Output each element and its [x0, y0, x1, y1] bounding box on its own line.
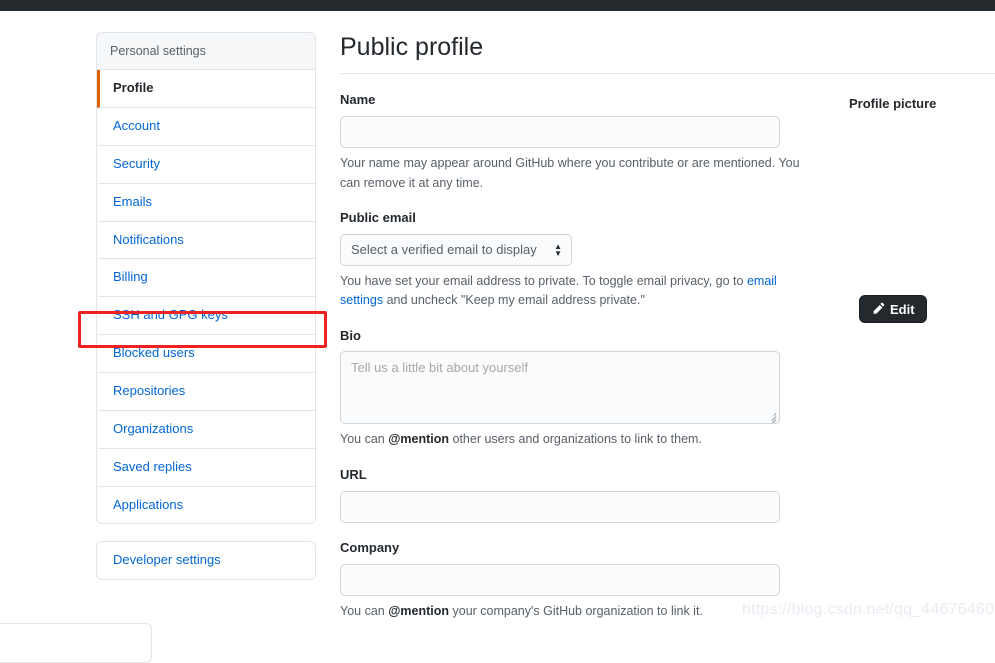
- sidebar-item-ssh-and-gpg-keys[interactable]: SSH and GPG keys: [97, 297, 315, 336]
- page-title: Public profile: [340, 33, 484, 61]
- personal-settings-card: Personal settings Profile Account Securi…: [96, 32, 316, 525]
- sidebar-item-label: Account: [113, 118, 160, 134]
- public-email-select-wrapper: Select a verified email to display ▲ ▼: [340, 233, 572, 266]
- sidebar-item-label: Emails: [113, 193, 153, 209]
- company-help-text: You can @mention your company's GitHub o…: [340, 602, 810, 621]
- chevron-up-down-icon: ▲ ▼: [554, 241, 562, 258]
- sidebar-item-label: Developer settings: [113, 552, 221, 568]
- sidebar-item-label: SSH and GPG keys: [113, 307, 228, 323]
- sidebar-item-label: Applications: [113, 496, 184, 512]
- company-help-mention: @mention: [388, 603, 450, 618]
- public-email-help-before: You have set your email address to priva…: [340, 273, 747, 288]
- sidebar-item-label: Notifications: [113, 231, 184, 247]
- sidebar-item-developer-settings[interactable]: Developer settings: [97, 542, 315, 580]
- sidebar-item-account[interactable]: Account: [97, 108, 315, 146]
- sidebar-item-security[interactable]: Security: [97, 145, 315, 184]
- company-input[interactable]: [340, 563, 780, 596]
- sidebar-item-applications[interactable]: Applications: [97, 486, 315, 524]
- name-input[interactable]: [340, 116, 780, 149]
- profile-picture-rail: Profile picture: [849, 96, 995, 113]
- sidebar-header: Personal settings: [97, 33, 315, 71]
- public-email-label: Public email: [340, 209, 416, 225]
- bio-help-before: You can: [340, 432, 389, 447]
- edit-profile-picture-button[interactable]: Edit: [859, 295, 927, 323]
- sidebar-item-organizations[interactable]: Organizations: [97, 410, 315, 449]
- sidebar-item-label: Security: [113, 155, 160, 171]
- sidebar-item-label: Saved replies: [113, 458, 192, 474]
- public-email-help-text: You have set your email address to priva…: [340, 272, 810, 311]
- bio-placeholder: Tell us a little bit about yourself: [351, 360, 529, 376]
- pencil-icon: [873, 302, 885, 314]
- sidebar-item-repositories[interactable]: Repositories: [97, 373, 315, 411]
- bio-help-mention: @mention: [388, 432, 450, 447]
- public-email-select[interactable]: Select a verified email to display: [340, 233, 572, 266]
- sidebar-item-saved-replies[interactable]: Saved replies: [97, 448, 315, 487]
- field-bio: Bio Tell us a little bit about yourself …: [340, 328, 995, 450]
- bio-textarea[interactable]: Tell us a little bit about yourself: [340, 351, 780, 425]
- sidebar-item-profile[interactable]: Profile: [97, 70, 315, 109]
- sidebar-item-label: Billing: [113, 269, 148, 285]
- developer-settings-card: Developer settings: [96, 541, 316, 581]
- sidebar-item-label: Organizations: [113, 420, 194, 436]
- public-email-selected-value: Select a verified email to display: [351, 241, 537, 257]
- bio-label: Bio: [340, 327, 361, 343]
- sidebar-item-notifications[interactable]: Notifications: [97, 221, 315, 260]
- name-help-text: Your name may appear around GitHub where…: [340, 156, 800, 190]
- company-help-after: your company's GitHub organization to li…: [449, 603, 703, 618]
- resize-grip-icon[interactable]: [765, 410, 777, 424]
- edit-button-label: Edit: [890, 301, 915, 317]
- company-help-before: You can: [340, 603, 389, 618]
- field-company: Company You can @mention your company's …: [340, 540, 995, 621]
- company-label: Company: [340, 539, 400, 555]
- field-url: URL: [340, 467, 995, 523]
- url-input[interactable]: [340, 490, 780, 523]
- sidebar-item-label: Repositories: [113, 383, 186, 398]
- sidebar-item-billing[interactable]: Billing: [97, 259, 315, 298]
- public-profile-form: Public profile Name Your name may appear…: [340, 32, 995, 638]
- settings-sidebar: Personal settings Profile Account Securi…: [96, 32, 316, 581]
- sidebar-item-label: Blocked users: [113, 345, 195, 361]
- title-divider: [340, 73, 995, 75]
- profile-picture-title: Profile picture: [849, 96, 937, 111]
- sidebar-item-label: Profile: [113, 80, 154, 96]
- offscreen-card-stub: [0, 623, 152, 663]
- url-label: URL: [340, 466, 367, 482]
- settings-page: Personal settings Profile Account Securi…: [0, 11, 995, 663]
- bio-help-after: other users and organizations to link to…: [449, 432, 702, 447]
- sidebar-item-emails[interactable]: Emails: [97, 183, 315, 222]
- public-email-help-after: and uncheck "Keep my email address priva…: [383, 293, 645, 308]
- sidebar-item-blocked-users[interactable]: Blocked users: [97, 335, 315, 373]
- global-top-bar: [0, 0, 995, 11]
- bio-help-text: You can @mention other users and organiz…: [340, 430, 810, 449]
